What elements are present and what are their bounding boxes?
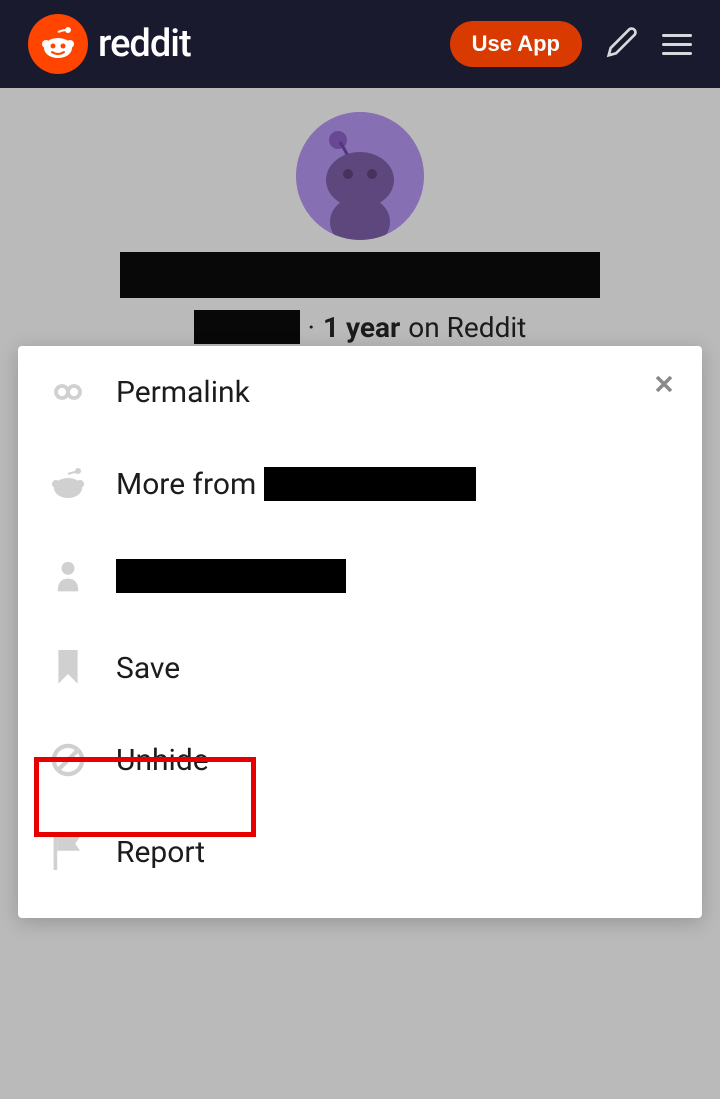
reddit-logo-icon (28, 14, 88, 74)
bookmark-icon (48, 648, 88, 688)
menu-item-permalink[interactable]: Permalink (18, 346, 702, 438)
logo-section[interactable]: reddit (28, 14, 191, 74)
unhide-label: Unhide (116, 743, 209, 778)
brand-text: reddit (98, 22, 191, 66)
profile-label (116, 559, 346, 593)
menu-item-save[interactable]: Save (18, 622, 702, 714)
menu-item-more-from[interactable]: More from (18, 438, 702, 530)
block-icon (48, 740, 88, 780)
edit-icon[interactable] (606, 26, 638, 62)
more-from-label: More from (116, 467, 476, 502)
permalink-label: Permalink (116, 375, 250, 410)
redacted-subreddit (264, 467, 476, 501)
hamburger-menu-icon[interactable] (662, 34, 692, 55)
menu-item-profile[interactable] (18, 530, 702, 622)
context-menu: Permalink More from (18, 346, 702, 918)
redacted-profile-name (116, 559, 346, 593)
use-app-button[interactable]: Use App (450, 21, 582, 67)
reddit-icon (48, 464, 88, 504)
save-label: Save (116, 651, 180, 686)
menu-item-report[interactable]: Report (18, 806, 702, 898)
flag-icon (48, 832, 88, 872)
header-actions: Use App (450, 21, 692, 67)
menu-item-unhide[interactable]: Unhide (18, 714, 702, 806)
link-icon (48, 372, 88, 412)
report-label: Report (116, 835, 205, 870)
app-header: reddit Use App (0, 0, 720, 88)
person-icon (48, 556, 88, 596)
close-button[interactable] (650, 370, 678, 402)
